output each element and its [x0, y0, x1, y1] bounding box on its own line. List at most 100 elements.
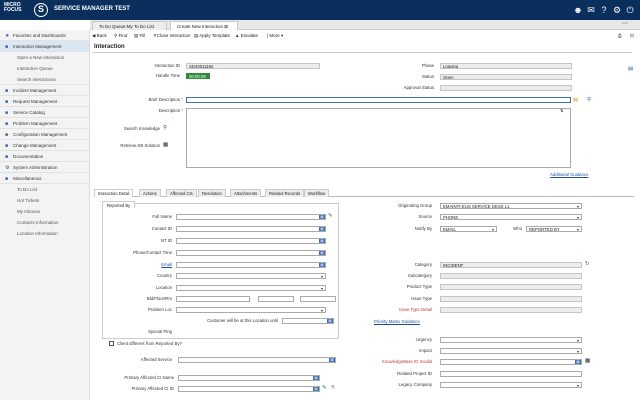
sidebar-item-miscellaneous[interactable]: ■ Miscellaneous: [0, 173, 89, 184]
lookup-icon[interactable]: ▤: [575, 360, 581, 364]
more-button[interactable]: | More ▾: [267, 32, 283, 40]
sidebar-item-search-interactions[interactable]: Search Interactions: [0, 74, 89, 85]
help-icon[interactable]: ?: [599, 5, 609, 15]
expand-icon[interactable]: ⊡: [630, 32, 634, 40]
tab-affected-cis[interactable]: Affected CIs: [166, 189, 197, 197]
priority-matrix-guidance-link[interactable]: Priority Matrix Guidance: [374, 319, 420, 324]
settings-icon[interactable]: ⚙: [612, 5, 622, 15]
tab-related-records[interactable]: Related Records: [265, 189, 305, 197]
sidebar-item-problem-mgmt[interactable]: ■ Problem Management: [0, 118, 89, 129]
resize-icon[interactable]: ⇅: [560, 108, 563, 114]
email-input[interactable]: ▤: [176, 262, 326, 268]
escalate-button[interactable]: ▲ Escalate: [235, 32, 258, 40]
lookup-icon[interactable]: ▤: [313, 387, 319, 391]
tab-actions[interactable]: Actions: [139, 189, 161, 197]
escalate-icon: ▲: [235, 33, 240, 38]
calendar-icon[interactable]: ▤: [327, 319, 333, 323]
ci-details-icon[interactable]: ✎: [322, 385, 327, 391]
source-select[interactable]: PHONE ▾: [440, 214, 582, 220]
back-button[interactable]: ◀ Back: [92, 32, 107, 40]
mail-icon[interactable]: ✉: [586, 5, 596, 15]
search-icon[interactable]: ⚲: [587, 97, 591, 103]
brief-description-input[interactable]: [186, 97, 571, 103]
primary-ci-id-input[interactable]: ▤: [178, 386, 320, 392]
retrieve-kb-icon[interactable]: ▩: [163, 142, 168, 148]
kb-id-input[interactable]: ▤: [440, 359, 582, 365]
user-icon[interactable]: ☻: [573, 5, 583, 15]
refresh-icon[interactable]: ↻: [585, 261, 590, 267]
ci-relations-icon[interactable]: ⚗: [330, 385, 335, 391]
sidebar-item-service-catalog[interactable]: ■ Service Catalog: [0, 107, 89, 118]
floor-input[interactable]: [258, 296, 294, 302]
location-select[interactable]: ▾: [176, 285, 326, 291]
impact-select[interactable]: ▾: [440, 348, 582, 354]
lookup-icon[interactable]: ▤: [319, 239, 325, 243]
tab-create-interaction[interactable]: Create New Interaction ⊠: [170, 21, 238, 30]
sidebar-item-open-interaction[interactable]: Open a New Interaction: [0, 52, 89, 63]
description-textarea[interactable]: [186, 108, 571, 168]
sidebar-item-favorites[interactable]: ★ Favorites and Dashboards: [0, 30, 89, 41]
lookup-icon[interactable]: ▤: [313, 376, 319, 380]
workspace-tabs: To Do Queue:My To Do List Create New Int…: [90, 20, 640, 30]
phone-contact-input[interactable]: ▤: [176, 250, 326, 256]
find-button[interactable]: ⚲ Find: [114, 32, 127, 40]
additional-guidance-link[interactable]: Additional Guidance: [550, 172, 588, 177]
sidebar-item-location-info[interactable]: Location Information: [0, 228, 89, 239]
problem-loc-select[interactable]: ▾: [176, 307, 326, 313]
close-interaction-button[interactable]: ✕Close Interaction: [153, 32, 191, 40]
sidebar-item-hot-tickets[interactable]: Hot Tickets: [0, 195, 89, 206]
power-icon[interactable]: ⏻: [625, 5, 635, 15]
sidebar-item-incident-mgmt[interactable]: ■ Incident Management: [0, 85, 89, 96]
related-project-input[interactable]: [440, 371, 582, 377]
sidebar-item-interaction-mgmt[interactable]: ■ Interaction Management: [0, 41, 89, 52]
room-input[interactable]: [300, 296, 336, 302]
sidebar-item-contacts-info[interactable]: Contacts Information: [0, 217, 89, 228]
sidebar-item-documentation[interactable]: ■ Documentation: [0, 151, 89, 162]
client-different-checkbox[interactable]: [109, 341, 114, 346]
full-name-input[interactable]: ▤: [176, 214, 326, 220]
nt-id-input[interactable]: ▤: [176, 238, 326, 244]
notify-by-select[interactable]: EMAIL ▾: [440, 226, 497, 232]
contact-icon[interactable]: ✎: [328, 213, 333, 219]
sidebar-item-change-mgmt[interactable]: ■ Change Management: [0, 140, 89, 151]
contact-id-input[interactable]: ▤: [176, 226, 326, 232]
sidebar-item-request-mgmt[interactable]: ■ Request Management: [0, 96, 89, 107]
tab-todo-queue[interactable]: To Do Queue:My To Do List: [92, 21, 167, 30]
tab-interaction-detail[interactable]: Interaction Detail: [94, 189, 134, 197]
affected-service-input[interactable]: ▤: [178, 357, 336, 363]
lookup-icon[interactable]: ▤: [319, 263, 325, 267]
tab-resolution[interactable]: Resolution: [198, 189, 226, 197]
sidebar-item-interaction-queue[interactable]: Interaction Queue: [0, 63, 89, 74]
lookup-icon[interactable]: ▤: [329, 358, 335, 362]
tab-workflow[interactable]: Workflow: [304, 189, 330, 197]
legacy-company-select[interactable]: ▾: [440, 382, 582, 388]
sidebar-item-configuration-mgmt[interactable]: ■ Configuration Management: [0, 129, 89, 140]
apply-template-button[interactable]: ▤ Apply Template: [194, 32, 230, 40]
sidebar-item-my-inboxes[interactable]: My Inboxes: [0, 206, 89, 217]
originating-group-select[interactable]: EMAINTI-EUS SERVICE DESK L1 ▾: [440, 203, 582, 209]
collapse-icon[interactable]: ⋯: [622, 21, 628, 27]
sidebar-item-todo-list[interactable]: To Do List: [0, 184, 89, 195]
country-select[interactable]: ▾: [176, 273, 326, 279]
lookup-icon[interactable]: ▤: [319, 251, 325, 255]
tab-attachments[interactable]: Attachments: [230, 189, 262, 197]
email-label[interactable]: Email: [110, 262, 172, 267]
close-icon[interactable]: ⊠: [224, 24, 228, 29]
product-type-label: Product Type: [406, 284, 432, 289]
interaction-id-label: Interaction ID: [154, 63, 180, 68]
urgency-select[interactable]: ▾: [440, 337, 582, 343]
who-select[interactable]: REPORTED BY ▾: [526, 226, 582, 232]
building-input[interactable]: [176, 296, 250, 302]
customer-location-until-input[interactable]: ▤: [282, 318, 334, 324]
side-panel-icon[interactable]: ▤: [628, 66, 633, 72]
sidebar-item-system-admin[interactable]: ⚙ System Administration: [0, 162, 89, 173]
affected-service-label: Affected Service: [140, 357, 172, 362]
lookup-icon[interactable]: ▤: [319, 227, 325, 231]
note-icon[interactable]: ▤: [573, 97, 578, 103]
fill-button[interactable]: ▤ Fill: [134, 32, 145, 40]
search-knowledge-icon[interactable]: ⚲: [163, 125, 167, 131]
lookup-icon[interactable]: ▤: [319, 215, 325, 219]
kb-details-icon[interactable]: ▩: [585, 358, 590, 364]
primary-ci-name-input[interactable]: ▤: [178, 375, 320, 381]
print-icon[interactable]: ⎙: [618, 32, 622, 40]
